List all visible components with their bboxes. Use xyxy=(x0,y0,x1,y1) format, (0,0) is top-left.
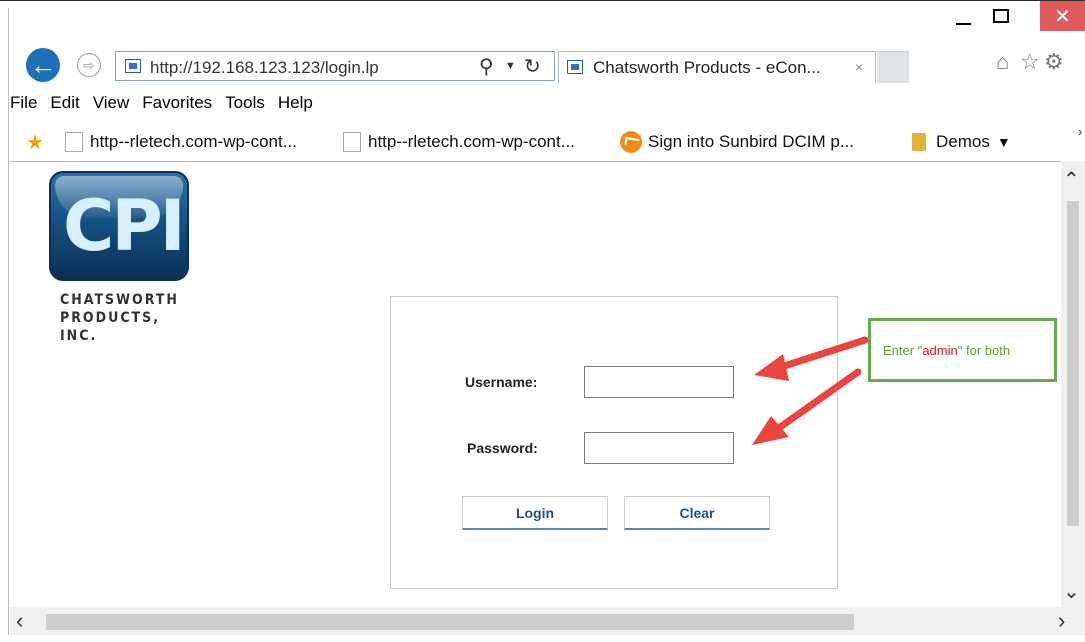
new-tab-button[interactable] xyxy=(877,51,909,83)
menu-view[interactable]: View xyxy=(93,93,130,113)
maximize-icon xyxy=(993,9,1009,23)
minimize-button[interactable] xyxy=(946,1,980,31)
tab-close-icon[interactable]: × xyxy=(855,59,863,75)
login-button[interactable]: Login xyxy=(462,496,608,530)
home-icon[interactable]: ⌂ xyxy=(996,49,1009,75)
favorite-label: http--rletech.com-wp-cont... xyxy=(368,132,575,151)
tab-chatsworth[interactable]: Chatsworth Products - eCon... × xyxy=(558,51,876,83)
window-left-edge xyxy=(0,8,9,642)
company-name: CHATSWORTH PRODUCTS, INC. xyxy=(60,291,180,345)
horizontal-scrollbar[interactable]: ‹ › xyxy=(10,607,1085,635)
clear-button[interactable]: Clear xyxy=(624,496,770,530)
minimize-icon xyxy=(955,23,971,25)
back-button[interactable]: ← xyxy=(26,48,60,82)
favorite-item[interactable]: http--rletech.com-wp-cont... xyxy=(65,130,297,154)
favorite-label: http--rletech.com-wp-cont... xyxy=(90,132,297,151)
password-label: Password: xyxy=(467,440,538,456)
scroll-down-icon[interactable]: ⌄ xyxy=(1063,579,1080,604)
favorite-folder-demos[interactable]: Demos ▼ xyxy=(912,130,1011,154)
tab-title: Chatsworth Products - eCon... xyxy=(593,58,821,77)
favorite-item[interactable]: http--rletech.com-wp-cont... xyxy=(343,130,575,154)
window-top-border xyxy=(0,0,1085,8)
username-input[interactable] xyxy=(584,366,734,398)
company-line-2: PRODUCTS, INC. xyxy=(60,310,161,344)
callout-text: Enter "admin" for both xyxy=(883,343,1010,358)
menu-edit[interactable]: Edit xyxy=(50,93,79,113)
caret-down-icon: ▼ xyxy=(996,134,1011,150)
chevron-right-icon[interactable]: › xyxy=(1078,124,1082,139)
sunbird-icon xyxy=(620,131,642,153)
callout-text-after: " for both xyxy=(957,343,1011,358)
page-favicon-icon xyxy=(125,59,141,73)
gear-icon[interactable]: ⚙ xyxy=(1044,49,1064,75)
maximize-button[interactable] xyxy=(984,1,1018,31)
menu-tools[interactable]: Tools xyxy=(225,93,265,113)
address-text[interactable]: http://192.168.123.123/login.lp xyxy=(150,58,379,78)
favorite-item-sunbird[interactable]: Sign into Sunbird DCIM p... xyxy=(620,130,854,154)
forward-button[interactable]: ⇨ xyxy=(77,53,101,77)
menu-favorites[interactable]: Favorites xyxy=(142,93,212,113)
scroll-left-icon[interactable]: ‹ xyxy=(16,608,23,634)
favorite-label: Demos xyxy=(936,132,990,151)
address-dropdown-icon[interactable]: ▼ xyxy=(505,60,516,72)
callout-text-before: Enter " xyxy=(883,343,923,358)
favorites-star-icon[interactable]: ☆ xyxy=(1020,49,1040,75)
password-input[interactable] xyxy=(584,432,734,464)
logo-letters: CPI xyxy=(63,185,186,267)
add-favorite-icon[interactable]: ★ xyxy=(26,130,44,155)
refresh-icon[interactable]: ↻ xyxy=(524,54,541,79)
page-icon xyxy=(343,132,361,152)
address-bar[interactable]: http://192.168.123.123/login.lp ⚲ ▼ ↻ xyxy=(115,51,555,81)
page-viewport: CPI CHATSWORTH PRODUCTS, INC. Username: … xyxy=(10,161,1070,607)
company-line-1: CHATSWORTH xyxy=(60,292,179,308)
username-label: Username: xyxy=(465,374,538,390)
browser-window: ✕ ← ⇨ http://192.168.123.123/login.lp ⚲ … xyxy=(0,0,1085,642)
menu-bar: File Edit View Favorites Tools Help xyxy=(10,88,314,118)
tab-favicon-icon xyxy=(567,60,583,74)
scroll-right-icon[interactable]: › xyxy=(1058,608,1065,634)
folder-icon xyxy=(912,133,926,151)
callout-box: Enter "admin" for both xyxy=(868,318,1057,382)
callout-highlight: admin xyxy=(922,343,958,358)
menu-file[interactable]: File xyxy=(10,93,37,113)
window-bottom-edge xyxy=(0,635,1085,642)
menu-help[interactable]: Help xyxy=(278,93,313,113)
cpi-logo: CPI xyxy=(49,171,189,281)
close-window-button[interactable]: ✕ xyxy=(1040,1,1085,31)
vertical-scrollbar[interactable]: ⌃ ⌄ xyxy=(1061,161,1085,607)
horizontal-scroll-thumb[interactable] xyxy=(46,614,854,630)
login-panel: Username: Password: Login Clear xyxy=(390,296,838,589)
search-icon[interactable]: ⚲ xyxy=(479,54,494,79)
vertical-scroll-thumb[interactable] xyxy=(1067,201,1079,526)
favorites-bar: ★ http--rletech.com-wp-cont... http--rle… xyxy=(10,124,1085,160)
scroll-up-icon[interactable]: ⌃ xyxy=(1063,167,1080,192)
favorite-label: Sign into Sunbird DCIM p... xyxy=(648,132,854,151)
page-icon xyxy=(65,132,83,152)
